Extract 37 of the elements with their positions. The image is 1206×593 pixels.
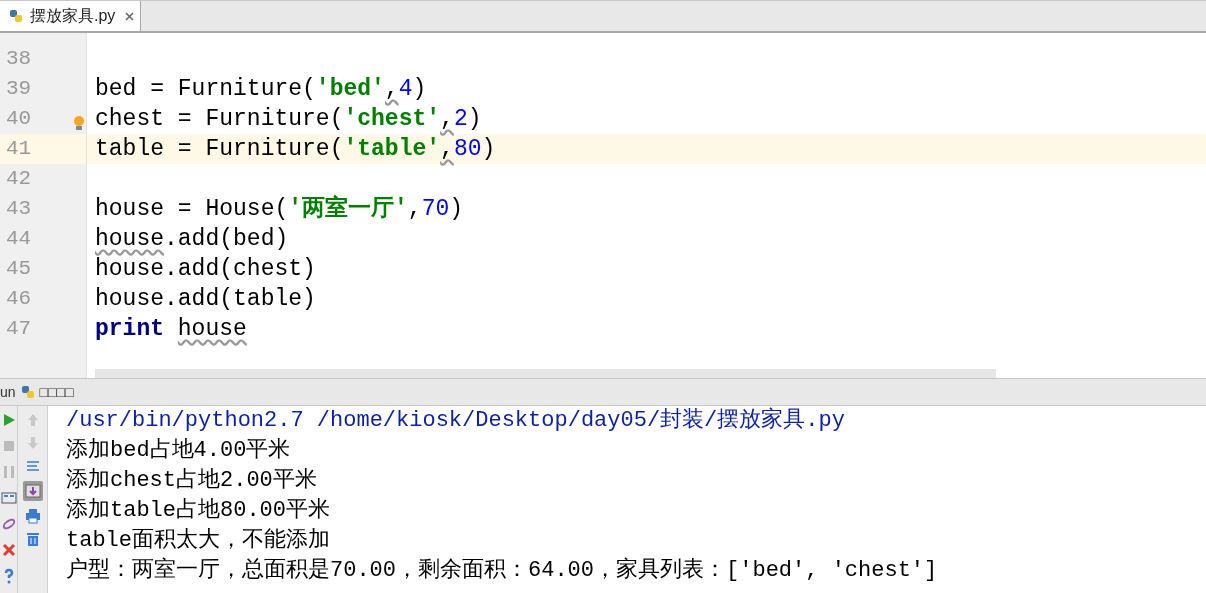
line-number: 41	[6, 137, 32, 160]
print-icon[interactable]	[24, 508, 41, 524]
console-output: 添加bed占地4.00平米	[66, 437, 292, 465]
pin-icon[interactable]	[0, 516, 17, 532]
line-number: 42	[6, 167, 32, 190]
line-number: 43	[6, 197, 32, 220]
line-number: 39	[6, 77, 32, 100]
python-file-icon	[8, 8, 24, 24]
line-number: 40	[6, 107, 32, 130]
file-tab[interactable]: 摆放家具.py	[0, 1, 142, 31]
soft-wrap-icon[interactable]	[24, 458, 41, 474]
trash-icon[interactable]	[24, 531, 41, 547]
run-config-name: □□□□	[39, 384, 74, 400]
console-output: 户型：两室一厅，总面积是70.00，剩余面积：64.00，家具列表：['bed', 'chest']	[66, 556, 939, 585]
console-command: /usr/bin/python2.7 /home/kiosk/Desktop/day05/封装/摆放家具.py	[66, 406, 846, 435]
code-line: chest = Furniture('chest',2)	[94, 105, 483, 134]
code-line: house.add(chest)	[94, 255, 317, 284]
run-label: un	[0, 384, 16, 400]
line-number: 47	[6, 317, 32, 340]
layout-icon[interactable]	[0, 490, 17, 506]
line-number: 46	[6, 287, 32, 310]
console-output: table面积太大，不能添加	[66, 527, 331, 555]
code-line: house.add(bed)	[94, 225, 290, 254]
code-line: print house	[94, 315, 248, 344]
line-number: 44	[6, 227, 32, 250]
code-line: house = House('两室一厅',70)	[94, 194, 465, 224]
console-output: 添加chest占地2.00平米	[66, 467, 318, 495]
line-number: 45	[6, 257, 32, 280]
console-output: 添加table占地80.00平米	[66, 497, 332, 525]
python-icon	[19, 384, 36, 400]
line-number: 38	[6, 47, 32, 70]
lightbulb-icon[interactable]	[73, 115, 85, 131]
code-line: house.add(table)	[94, 285, 317, 314]
close-icon[interactable]	[0, 542, 17, 558]
close-icon[interactable]	[125, 11, 135, 21]
scroll-to-end-icon[interactable]	[22, 481, 43, 501]
code-line: bed = Furniture('bed',4)	[94, 75, 428, 104]
